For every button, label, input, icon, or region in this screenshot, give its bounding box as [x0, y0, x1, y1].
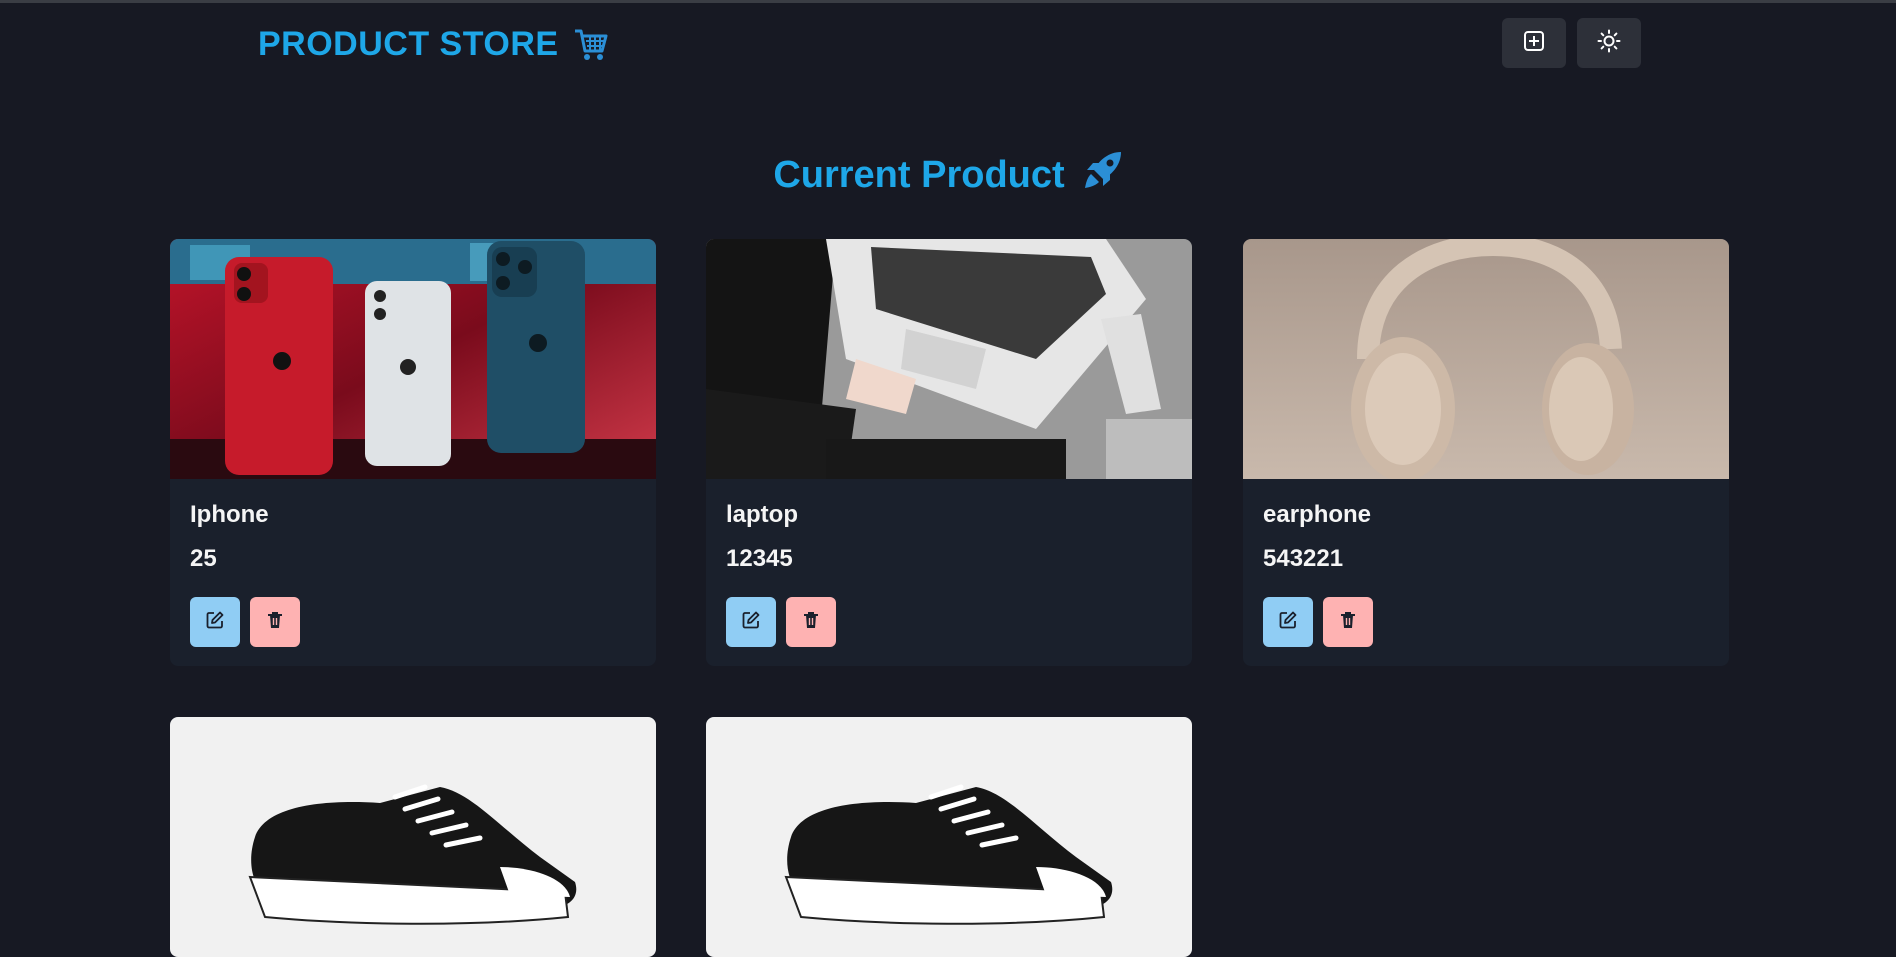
edit-icon — [205, 610, 225, 635]
product-name: laptop — [726, 501, 798, 528]
product-price: 25 — [190, 545, 217, 572]
delete-button[interactable] — [1323, 597, 1373, 647]
trash-icon — [1338, 610, 1358, 635]
delete-button[interactable] — [786, 597, 836, 647]
edit-icon — [741, 610, 761, 635]
product-card: laptop 12345 — [706, 239, 1192, 666]
product-name: earphone — [1263, 501, 1372, 528]
add-product-button[interactable] — [1502, 18, 1566, 68]
page-title-text: Current Product — [773, 153, 1065, 196]
edit-button[interactable] — [190, 597, 240, 647]
edit-icon — [1278, 610, 1298, 635]
product-price: 12345 — [726, 545, 793, 572]
sun-icon — [1597, 29, 1621, 58]
delete-button[interactable] — [250, 597, 300, 647]
edit-button[interactable] — [726, 597, 776, 647]
shopping-cart-icon — [573, 27, 609, 61]
page-title: Current Product — [0, 150, 1896, 200]
brand-link[interactable]: PRODUCT STORE — [258, 22, 609, 66]
theme-toggle-button[interactable] — [1577, 18, 1641, 68]
rocket-icon — [1083, 150, 1123, 200]
edit-button[interactable] — [1263, 597, 1313, 647]
product-image — [706, 717, 1192, 957]
plus-square-icon — [1523, 30, 1545, 57]
product-card: earphone 543221 — [1243, 239, 1729, 666]
product-image — [170, 717, 656, 957]
brand-title: PRODUCT STORE — [258, 24, 559, 63]
trash-icon — [265, 610, 285, 635]
product-price: 543221 — [1263, 545, 1344, 572]
product-card — [170, 717, 656, 957]
product-card: Iphone 25 — [170, 239, 656, 666]
product-image — [706, 239, 1192, 479]
product-image — [1243, 239, 1729, 479]
product-name: Iphone — [190, 501, 269, 528]
product-card — [706, 717, 1192, 957]
product-image — [170, 239, 656, 479]
trash-icon — [801, 610, 821, 635]
window-top-border — [0, 0, 1896, 3]
